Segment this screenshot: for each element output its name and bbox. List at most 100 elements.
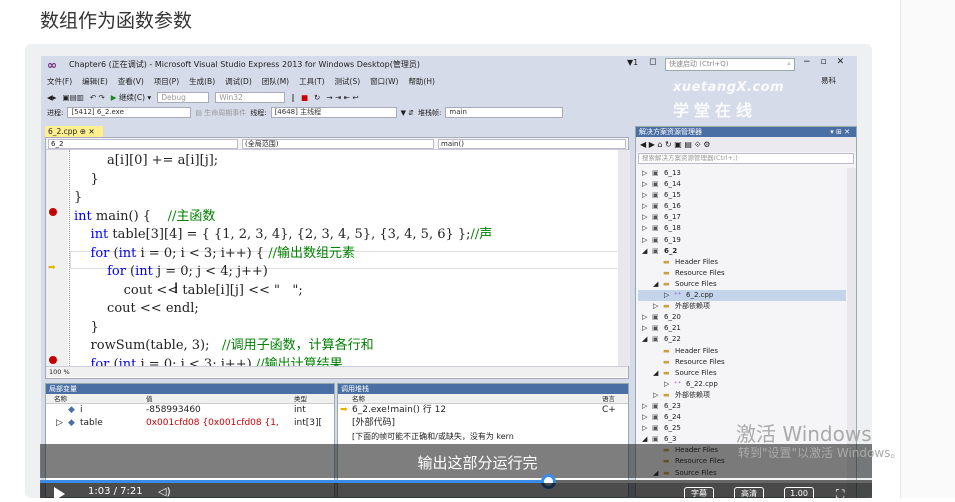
user-name[interactable]: 易科	[821, 75, 836, 86]
process-dropdown[interactable]: [5412] 6_2.exe	[67, 107, 192, 118]
code-line[interactable]: cout << endl;	[74, 300, 492, 319]
tree-item[interactable]: ◢ ▬ Source Files	[638, 279, 846, 290]
table-row[interactable]: ◆ i -858993460 int	[46, 404, 334, 417]
stack-frame-dropdown[interactable]: main	[445, 107, 564, 118]
tree-item[interactable]: ▷ ▣ 6_19	[638, 235, 846, 246]
solution-toolbar[interactable]: ◀ ▶ ⌂ ↻ ▣ ▤ ⟐ ⚙	[636, 137, 856, 152]
tab-6-2-cpp[interactable]: 6_2.cpp ⊕ ✕	[45, 126, 103, 137]
volume-icon[interactable]: ◁)	[158, 485, 171, 498]
menu-item[interactable]: 项目(P)	[154, 76, 179, 87]
tree-item[interactable]: ▷ ▣ 6_13	[638, 168, 846, 179]
menu-item[interactable]: 编辑(E)	[82, 76, 108, 87]
expand-icon[interactable]: ▷	[642, 168, 647, 179]
pane-pin-icon[interactable]: ▾ ⊞ ✕	[830, 127, 850, 137]
expand-icon[interactable]: ◢	[642, 334, 647, 345]
menu-item[interactable]: 团队(M)	[262, 76, 289, 87]
expand-icon[interactable]: ▷	[642, 190, 647, 201]
solution-search-input[interactable]: 搜索解决方案资源管理器(Ctrl+;)	[638, 153, 854, 164]
code-line[interactable]: rowSum(table, 3); //调用子函数，计算各行和	[74, 337, 492, 356]
expand-icon[interactable]: ▷	[642, 235, 647, 246]
restart-icon[interactable]: ↻	[314, 93, 320, 102]
nav-function-dropdown[interactable]: main()	[438, 139, 626, 149]
undo-icon[interactable]: ↶ ↷	[90, 93, 105, 102]
expand-icon[interactable]: ▷	[642, 312, 647, 323]
filter-icon[interactable]: ▼ ⇵	[401, 109, 414, 117]
editor-scrollbar[interactable]	[618, 150, 630, 366]
breakpoint-icon[interactable]	[49, 208, 57, 216]
back-icon[interactable]: ◀▸	[47, 93, 57, 102]
speed-button[interactable]: 1.00	[784, 487, 814, 501]
tree-item[interactable]: ▬ Resource Files	[638, 357, 846, 368]
code-line[interactable]: int main() { //主函数	[74, 208, 492, 227]
close-button[interactable]: ✕	[837, 57, 845, 67]
fullscreen-icon[interactable]: ⛶	[836, 487, 844, 502]
code-text[interactable]: a[i][0] += a[i][j]; }} int main() { //主函数…	[74, 152, 492, 374]
code-line[interactable]: a[i][0] += a[i][j];	[74, 152, 492, 171]
expand-icon[interactable]: ▷	[653, 301, 658, 312]
maximize-button[interactable]: ▫	[821, 57, 827, 67]
menu-item[interactable]: 调试(D)	[225, 76, 252, 87]
expand-icon[interactable]: ◢	[653, 368, 658, 379]
expand-icon[interactable]: ▷	[642, 212, 647, 223]
quick-launch-input[interactable]: 快速启动 (Ctrl+Q) ⌕	[665, 58, 795, 71]
code-line[interactable]: cout << table[i][j] << " ";	[74, 282, 492, 301]
expand-icon[interactable]: ▷	[664, 290, 669, 301]
tree-item[interactable]: ▷ ▣ 6_20	[638, 312, 846, 323]
expand-icon[interactable]: ▷	[653, 390, 658, 401]
platform-dropdown[interactable]: Win32	[215, 91, 286, 103]
tree-item[interactable]: ▷ ▣ 6_17	[638, 212, 846, 223]
code-line[interactable]: int table[3][4] = { {1, 2, 3, 4}, {2, 3,…	[74, 226, 493, 245]
expand-icon[interactable]: ▷	[642, 401, 647, 412]
expand-icon[interactable]: ▷	[642, 223, 647, 234]
play-icon[interactable]	[54, 487, 65, 501]
table-row[interactable]: [外部代码]	[338, 417, 628, 430]
expand-icon[interactable]: ◢	[653, 279, 658, 290]
config-dropdown[interactable]: Debug	[157, 91, 210, 103]
tree-item[interactable]: ◢ ▣ 6_22	[638, 334, 846, 345]
nav-project-dropdown[interactable]: 6_2	[48, 139, 238, 149]
menu-item[interactable]: 帮助(H)	[408, 76, 435, 87]
expand-icon[interactable]: ▷	[642, 412, 647, 423]
feedback-icon[interactable]: ◻	[649, 57, 656, 67]
tree-item[interactable]: ▷ ▬ 外部依赖项	[638, 390, 846, 401]
save-all-icon[interactable]: ▣▤▥	[63, 93, 84, 102]
tree-item[interactable]: ▷ ⁺⁺ 6_2.cpp	[638, 290, 846, 302]
code-line[interactable]: }	[74, 171, 492, 190]
tree-item[interactable]: ▷ ▣ 6_23	[638, 401, 846, 412]
notification-flag-icon[interactable]: ▼1	[627, 58, 638, 67]
tree-item[interactable]: ▷ ▣ 6_21	[638, 323, 846, 334]
zoom-level[interactable]: 100 %	[46, 366, 628, 377]
menu-item[interactable]: 查看(V)	[118, 76, 144, 87]
menu-item[interactable]: 生成(B)	[189, 76, 215, 87]
tree-item[interactable]: ◢ ▬ Source Files	[638, 368, 846, 379]
tree-item[interactable]: ▷ ▣ 6_16	[638, 201, 846, 212]
step-icons[interactable]: → ⇥ ⇤ ↩	[326, 93, 358, 102]
tree-item[interactable]: ▷ ▣ 6_18	[638, 223, 846, 234]
tree-item[interactable]: ◢ ▣ 6_2	[638, 246, 846, 257]
expand-icon[interactable]: ◢	[642, 246, 647, 257]
code-line[interactable]: for (int j = 0; j < 4; j++)	[74, 263, 492, 282]
tree-item[interactable]: ▷ ▣ 6_15	[638, 190, 846, 201]
menu-item[interactable]: 工具(T)	[299, 76, 324, 87]
minimize-button[interactable]: −	[803, 57, 811, 67]
tree-item[interactable]: ▬ Header Files	[638, 346, 846, 357]
menu-item[interactable]: 窗口(W)	[370, 76, 398, 87]
expand-icon[interactable]: ▷	[642, 201, 647, 212]
table-row[interactable]: ▷ ◆ table 0x001cfd08 {0x001cfd08 {1, int…	[46, 417, 334, 430]
menu-item[interactable]: 文件(F)	[47, 76, 72, 87]
tree-item[interactable]: ▬ Resource Files	[638, 268, 846, 279]
table-row[interactable]: [下面的帧可能不正确和/或缺失，没有为 kern	[338, 430, 628, 443]
thread-dropdown[interactable]: [4648] 主线程	[270, 107, 397, 118]
tree-item[interactable]: ▷ ⁺⁺ 6_22.cpp	[638, 379, 846, 390]
nav-scope-dropdown[interactable]: (全局范围)	[242, 139, 434, 149]
expand-icon[interactable]: ▷	[642, 179, 647, 190]
tree-item[interactable]: ▷ ▬ 外部依赖项	[638, 301, 846, 312]
tree-item[interactable]: ▬ Header Files	[638, 257, 846, 268]
continue-button[interactable]: ▶ 继续(C) ▾	[111, 92, 151, 103]
breakpoint-margin[interactable]: ➡	[46, 150, 68, 366]
code-editor[interactable]: 6_2 (全局范围) main() ➡ a[i][0] += a[i][j]; …	[45, 137, 630, 379]
code-line[interactable]: }	[74, 189, 492, 208]
expand-icon[interactable]: ▷	[642, 323, 647, 334]
quality-button[interactable]: 高清	[734, 487, 764, 501]
expand-icon[interactable]: ▷	[642, 423, 647, 434]
